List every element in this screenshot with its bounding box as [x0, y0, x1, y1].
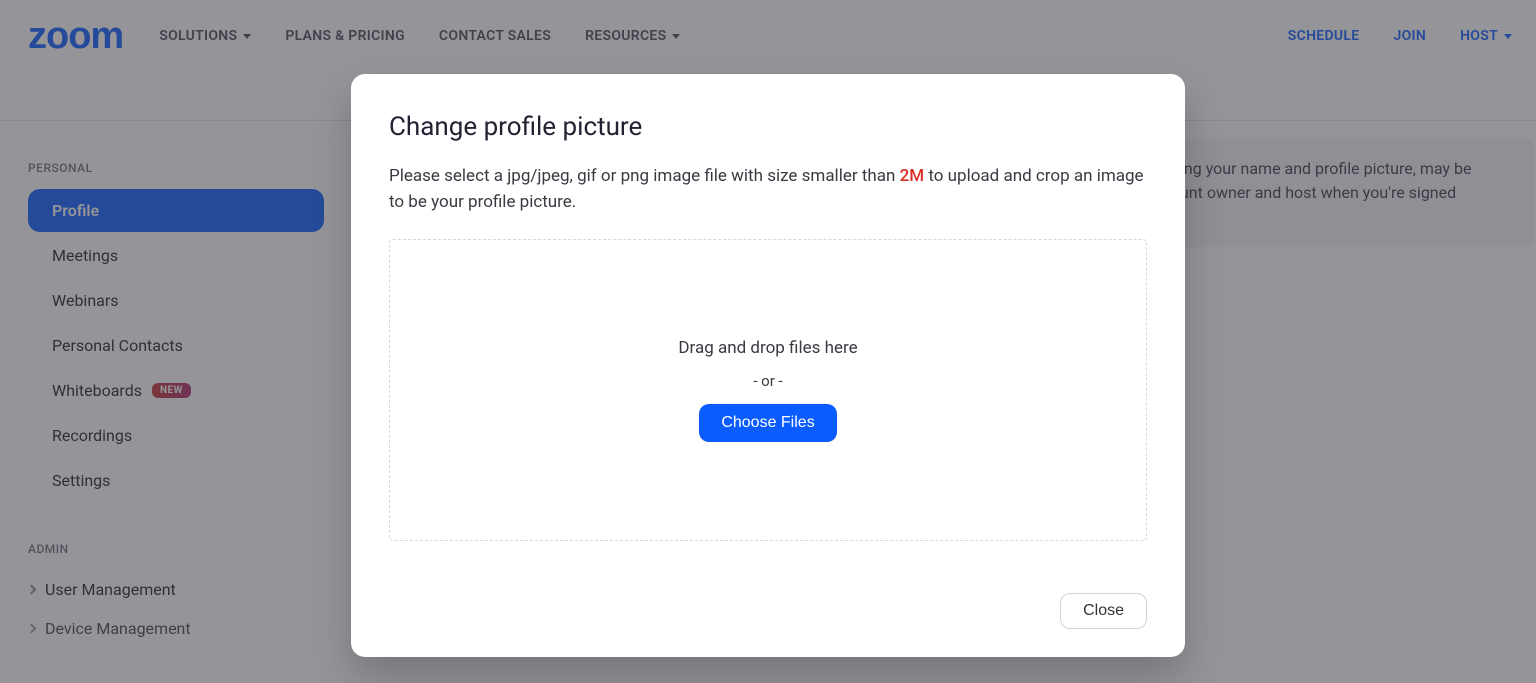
modal-title: Change profile picture — [389, 112, 1147, 142]
dropzone-text: Drag and drop files here — [678, 338, 857, 358]
modal-desc-pre: Please select a jpg/jpeg, gif or png ima… — [389, 166, 900, 186]
file-dropzone[interactable]: Drag and drop files here - or - Choose F… — [389, 239, 1147, 541]
choose-files-button[interactable]: Choose Files — [699, 404, 836, 442]
modal-description: Please select a jpg/jpeg, gif or png ima… — [389, 164, 1147, 215]
close-button[interactable]: Close — [1060, 593, 1147, 629]
change-profile-picture-modal: Change profile picture Please select a j… — [351, 74, 1185, 657]
modal-desc-highlight: 2M — [900, 166, 925, 186]
modal-overlay[interactable]: Change profile picture Please select a j… — [0, 0, 1536, 683]
dropzone-or: - or - — [753, 372, 782, 390]
modal-actions: Close — [389, 593, 1147, 629]
